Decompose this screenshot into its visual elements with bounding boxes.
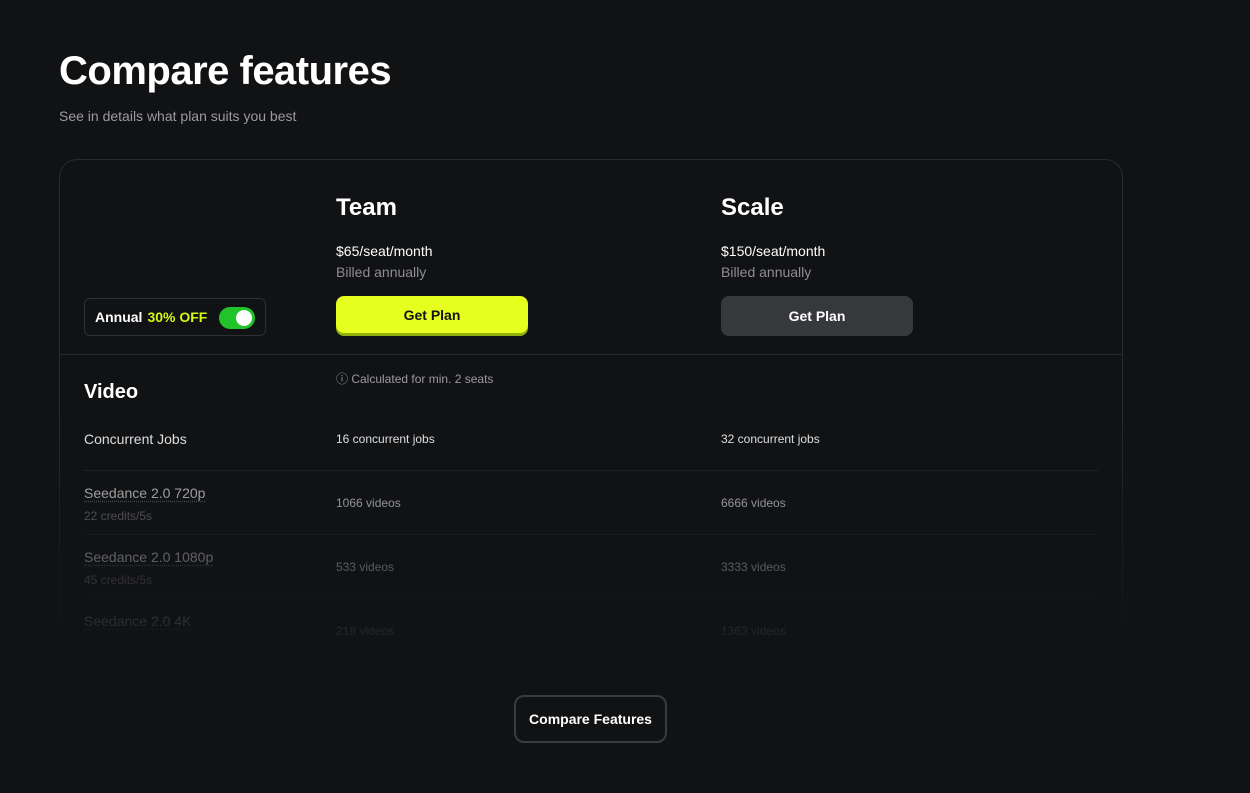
- billing-toggle[interactable]: Annual 30% OFF: [84, 298, 266, 336]
- table-row: Seedance 2.0 720p 22 credits/5s 1066 vid…: [84, 471, 1098, 535]
- plan-team: Team $65/seat/month Billed annually Get …: [336, 194, 536, 333]
- scale-value: 1363 videos: [721, 624, 786, 638]
- scale-value: 3333 videos: [721, 560, 786, 574]
- discount-badge: 30% OFF: [147, 309, 208, 325]
- feature-name[interactable]: Seedance 2.0 1080p: [84, 549, 213, 565]
- feature-name[interactable]: Seedance 2.0 720p: [84, 485, 205, 501]
- table-row: Concurrent Jobs 16 concurrent jobs 32 co…: [84, 407, 1098, 471]
- table-row: Seedance 2.0 4K 218 videos 1363 videos: [84, 599, 1098, 640]
- feature-name: Concurrent Jobs: [84, 431, 187, 447]
- seat-note: ⓘ Calculated for min. 2 seats: [336, 372, 494, 386]
- team-value: 533 videos: [336, 560, 395, 574]
- plan-billing: Billed annually: [721, 264, 812, 280]
- compare-features-button[interactable]: Compare Features: [514, 695, 667, 743]
- team-value: 1066 videos: [336, 496, 401, 510]
- billing-toggle-label: Annual: [95, 309, 143, 325]
- plan-scale: Scale $150/seat/month Billed annually Ge…: [721, 194, 921, 336]
- scale-value: 6666 videos: [721, 496, 786, 510]
- feature-name[interactable]: Seedance 2.0 4K: [84, 613, 191, 629]
- page-title: Compare features: [59, 49, 392, 93]
- plan-name: Scale: [721, 194, 784, 221]
- get-plan-scale-button[interactable]: Get Plan: [721, 296, 913, 336]
- feature-credits: 45 credits/5s: [84, 573, 153, 587]
- plan-price: $65/seat/month: [336, 243, 433, 259]
- plan-name: Team: [336, 194, 397, 221]
- plan-billing: Billed annually: [336, 264, 427, 280]
- plan-price: $150/seat/month: [721, 243, 826, 259]
- switch-knob: [236, 310, 252, 326]
- table-row: Seedance 2.0 1080p 45 credits/5s 533 vid…: [84, 535, 1098, 599]
- team-value: 218 videos: [336, 624, 395, 638]
- scale-value: 32 concurrent jobs: [721, 432, 820, 446]
- page-subtitle: See in details what plan suits you best: [59, 108, 297, 124]
- feature-credits: 22 credits/5s: [84, 509, 153, 523]
- annual-switch[interactable]: [219, 307, 255, 329]
- team-value: 16 concurrent jobs: [336, 432, 435, 446]
- header-divider: [60, 354, 1122, 355]
- get-plan-team-button[interactable]: Get Plan: [336, 296, 528, 333]
- comparison-table: Annual 30% OFF Team $65/seat/month Bille…: [59, 159, 1123, 640]
- section-title-video: Video: [84, 381, 139, 403]
